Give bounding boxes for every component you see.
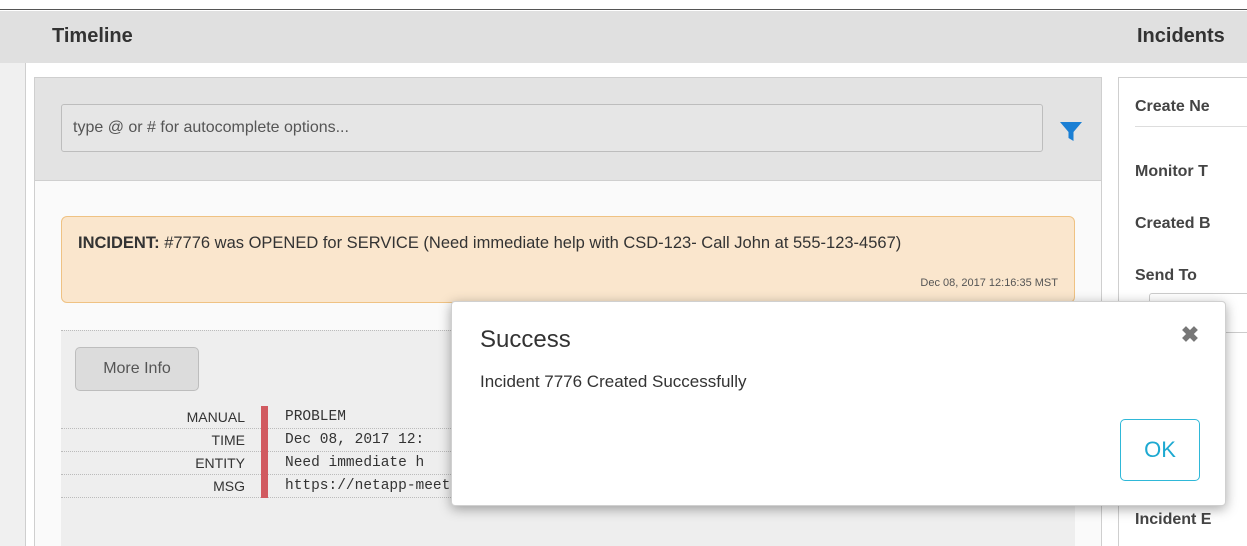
modal-message: Incident 7776 Created Successfully <box>480 372 747 391</box>
success-modal: Success ✖ Incident 7776 Created Successf… <box>451 301 1226 506</box>
top-divider <box>0 0 1247 10</box>
filter-icon[interactable] <box>1059 121 1083 143</box>
incidents-divider <box>1135 126 1247 127</box>
send-to-label: Send To <box>1135 267 1197 284</box>
incident-label: INCIDENT: <box>78 234 160 252</box>
detail-marker <box>261 452 268 475</box>
detail-key: MSG <box>213 478 245 494</box>
ok-button[interactable]: OK <box>1120 419 1200 481</box>
created-by-label: Created B <box>1135 215 1211 232</box>
detail-value: PROBLEM <box>285 409 346 425</box>
detail-value: Dec 08, 2017 12: <box>285 432 425 448</box>
timeline-filter-row <box>35 78 1101 181</box>
incident-timestamp: Dec 08, 2017 12:16:35 MST <box>920 277 1058 289</box>
incidents-title: Incidents <box>1137 25 1225 47</box>
more-info-button[interactable]: More Info <box>75 347 199 391</box>
detail-marker <box>261 429 268 452</box>
detail-key: ENTITY <box>195 455 245 471</box>
monitor-label: Monitor T <box>1135 163 1208 180</box>
detail-marker <box>261 406 268 429</box>
create-new-label: Create Ne <box>1135 98 1210 115</box>
timeline-search-input[interactable] <box>61 104 1043 152</box>
left-sidebar-edge <box>0 63 26 546</box>
incident-text: #7776 was OPENED for SERVICE (Need immed… <box>164 234 902 252</box>
modal-title: Success <box>480 326 571 353</box>
detail-value: Need immediate h <box>285 455 425 471</box>
detail-key: MANUAL <box>186 409 245 425</box>
close-icon[interactable]: ✖ <box>1179 324 1201 346</box>
page-header: Timeline Incidents <box>0 11 1247 63</box>
timeline-title: Timeline <box>52 25 133 47</box>
incident-by-label: Incident E <box>1135 511 1212 528</box>
detail-marker <box>261 475 268 498</box>
incident-card: INCIDENT: #7776 was OPENED for SERVICE (… <box>61 216 1075 303</box>
detail-key: TIME <box>211 432 245 448</box>
